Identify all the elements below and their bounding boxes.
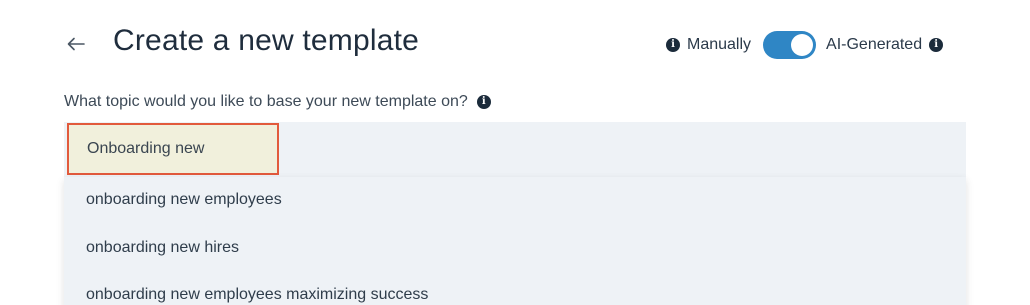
create-template-page: Create a new template i Manually AI-Gene… bbox=[0, 0, 1030, 305]
info-icon[interactable]: i bbox=[666, 38, 680, 52]
suggestion-item[interactable]: onboarding new employees maximizing succ… bbox=[86, 286, 428, 304]
ai-generated-toggle[interactable] bbox=[763, 31, 817, 59]
suggestion-item[interactable]: onboarding new employees bbox=[86, 191, 282, 209]
arrow-left-icon-glyph bbox=[67, 37, 85, 51]
topic-input[interactable] bbox=[67, 123, 279, 175]
info-icon[interactable]: i bbox=[476, 95, 491, 109]
suggestions-dropdown: onboarding new employees onboarding new … bbox=[64, 177, 966, 305]
topic-question: What topic would you like to base your n… bbox=[64, 93, 491, 111]
arrow-left-icon[interactable] bbox=[62, 30, 90, 58]
ai-generated-mode-label[interactable]: AI-Generated bbox=[826, 36, 922, 54]
toggle-knob bbox=[791, 34, 814, 56]
manual-mode-label[interactable]: Manually bbox=[687, 36, 751, 54]
mode-switch: i Manually AI-Generated i bbox=[666, 30, 944, 60]
page-title: Create a new template bbox=[113, 24, 420, 57]
suggestion-item[interactable]: onboarding new hires bbox=[86, 239, 239, 257]
topic-question-label: What topic would you like to base your n… bbox=[64, 93, 468, 110]
info-icon[interactable]: i bbox=[929, 38, 944, 52]
